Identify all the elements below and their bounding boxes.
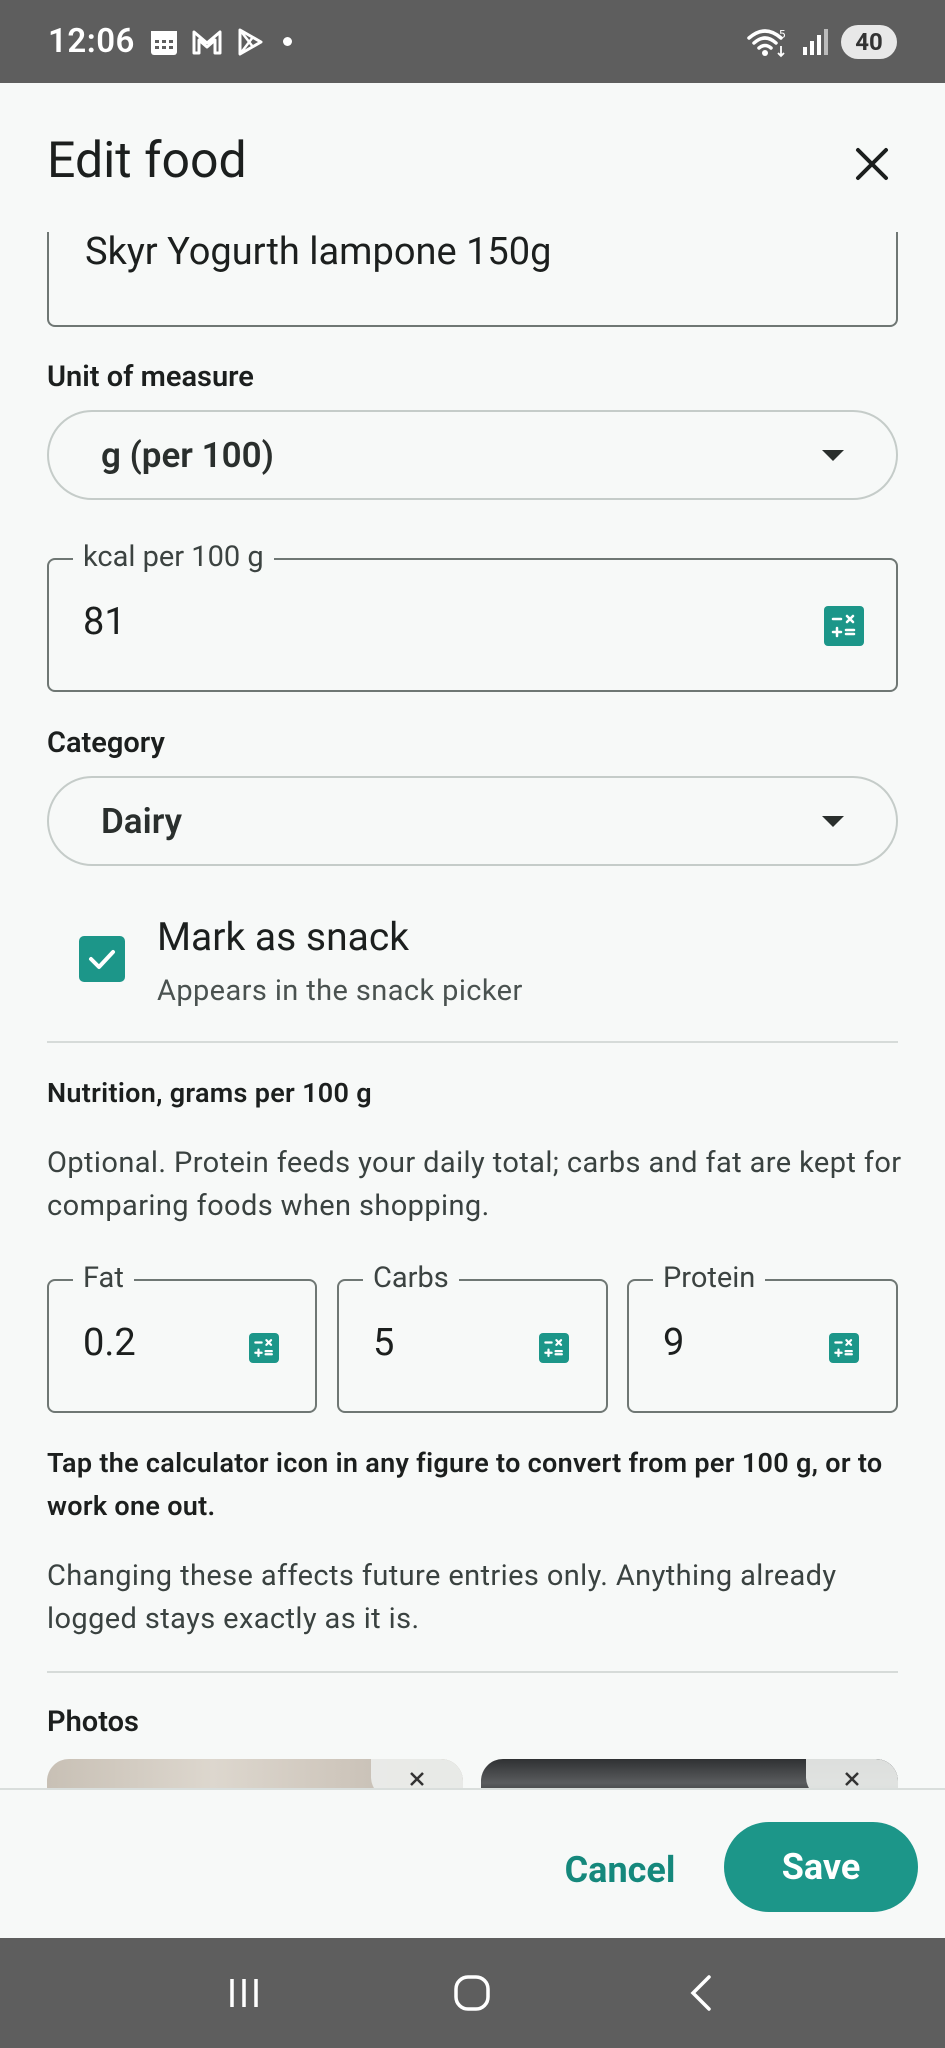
recents-button[interactable] xyxy=(204,1953,284,2033)
system-navigation-bar xyxy=(0,1938,945,2048)
food-photo[interactable] xyxy=(47,1759,463,1788)
calculator-icon[interactable] xyxy=(249,1333,279,1363)
category-select[interactable]: Dairy xyxy=(47,776,898,866)
recents-icon xyxy=(230,1979,258,2007)
dialog-title: Edit food xyxy=(47,132,247,190)
dialog-actions: Cancel Save xyxy=(0,1788,945,1938)
divider xyxy=(47,1041,898,1043)
battery-indicator: 40 xyxy=(841,24,897,59)
fat-value: 0.2 xyxy=(83,1321,136,1365)
protein-value: 9 xyxy=(663,1321,685,1365)
kcal-field[interactable]: kcal per 100 g 81 xyxy=(47,540,898,692)
calendar-icon xyxy=(150,30,177,55)
fat-field[interactable]: Fat 0.2 xyxy=(47,1261,317,1413)
close-icon xyxy=(845,1772,859,1786)
close-button[interactable] xyxy=(848,140,896,188)
snack-subtitle: Appears in the snack picker xyxy=(157,974,523,1008)
svg-text:5: 5 xyxy=(779,28,786,41)
status-time: 12:06 xyxy=(48,22,135,61)
dialog-content[interactable]: Skyr Yogurth lampone 150g Unit of measur… xyxy=(0,232,945,1788)
calculator-icon[interactable] xyxy=(829,1333,859,1363)
photos-label: Photos xyxy=(47,1705,139,1739)
future-entries-note: Changing these affects future entries on… xyxy=(47,1559,837,1636)
status-bar: 12:06 5 40 xyxy=(0,0,945,83)
play-store-icon xyxy=(238,28,263,55)
food-photo[interactable] xyxy=(481,1759,898,1788)
notification-icons xyxy=(149,27,292,57)
calculator-icon[interactable] xyxy=(539,1333,569,1363)
unit-value: g (per 100) xyxy=(101,434,274,476)
kcal-value: 81 xyxy=(83,600,126,644)
unit-select[interactable]: g (per 100) xyxy=(47,410,898,500)
remove-photo-button[interactable] xyxy=(806,1759,898,1788)
food-name-field[interactable]: Skyr Yogurth lampone 150g xyxy=(47,232,898,327)
carbs-field[interactable]: Carbs 5 xyxy=(337,1261,608,1413)
nutrition-description: Optional. Protein feeds your daily total… xyxy=(47,1146,902,1223)
protein-label: Protein xyxy=(653,1261,766,1295)
back-button[interactable] xyxy=(661,1953,741,2033)
home-button[interactable] xyxy=(432,1953,512,2033)
back-icon xyxy=(690,1975,711,2011)
calculator-hint: Tap the calculator icon in any figure to… xyxy=(47,1447,883,1522)
remove-photo-button[interactable] xyxy=(371,1759,463,1788)
home-icon xyxy=(454,1975,491,2011)
nutrition-title: Nutrition, grams per 100 g xyxy=(47,1077,372,1109)
signal-icon xyxy=(803,28,828,55)
calculator-icon[interactable] xyxy=(824,606,864,646)
carbs-value: 5 xyxy=(373,1321,395,1365)
protein-field[interactable]: Protein 9 xyxy=(627,1261,898,1413)
kcal-label: kcal per 100 g xyxy=(73,540,274,574)
photos-row xyxy=(47,1759,898,1788)
divider xyxy=(47,1671,898,1673)
checkmark-icon xyxy=(89,950,115,969)
category-label: Category xyxy=(47,726,165,760)
category-value: Dairy xyxy=(101,800,182,842)
wifi-icon: 5 xyxy=(747,28,786,57)
save-button[interactable]: Save xyxy=(724,1822,918,1912)
gmail-icon xyxy=(192,30,222,54)
dropdown-arrow-icon xyxy=(822,815,844,827)
snack-title: Mark as snack xyxy=(157,914,409,960)
cancel-button[interactable]: Cancel xyxy=(540,1826,700,1914)
snack-checkbox[interactable] xyxy=(79,936,125,982)
carbs-label: Carbs xyxy=(363,1261,459,1295)
food-name-value: Skyr Yogurth lampone 150g xyxy=(85,232,552,274)
unit-label: Unit of measure xyxy=(47,360,254,394)
close-icon xyxy=(856,148,888,180)
close-icon xyxy=(410,1772,424,1786)
fat-label: Fat xyxy=(73,1261,134,1295)
dropdown-arrow-icon xyxy=(822,449,844,461)
more-notifications-dot xyxy=(282,37,292,46)
system-icons: 5 40 xyxy=(745,24,897,59)
